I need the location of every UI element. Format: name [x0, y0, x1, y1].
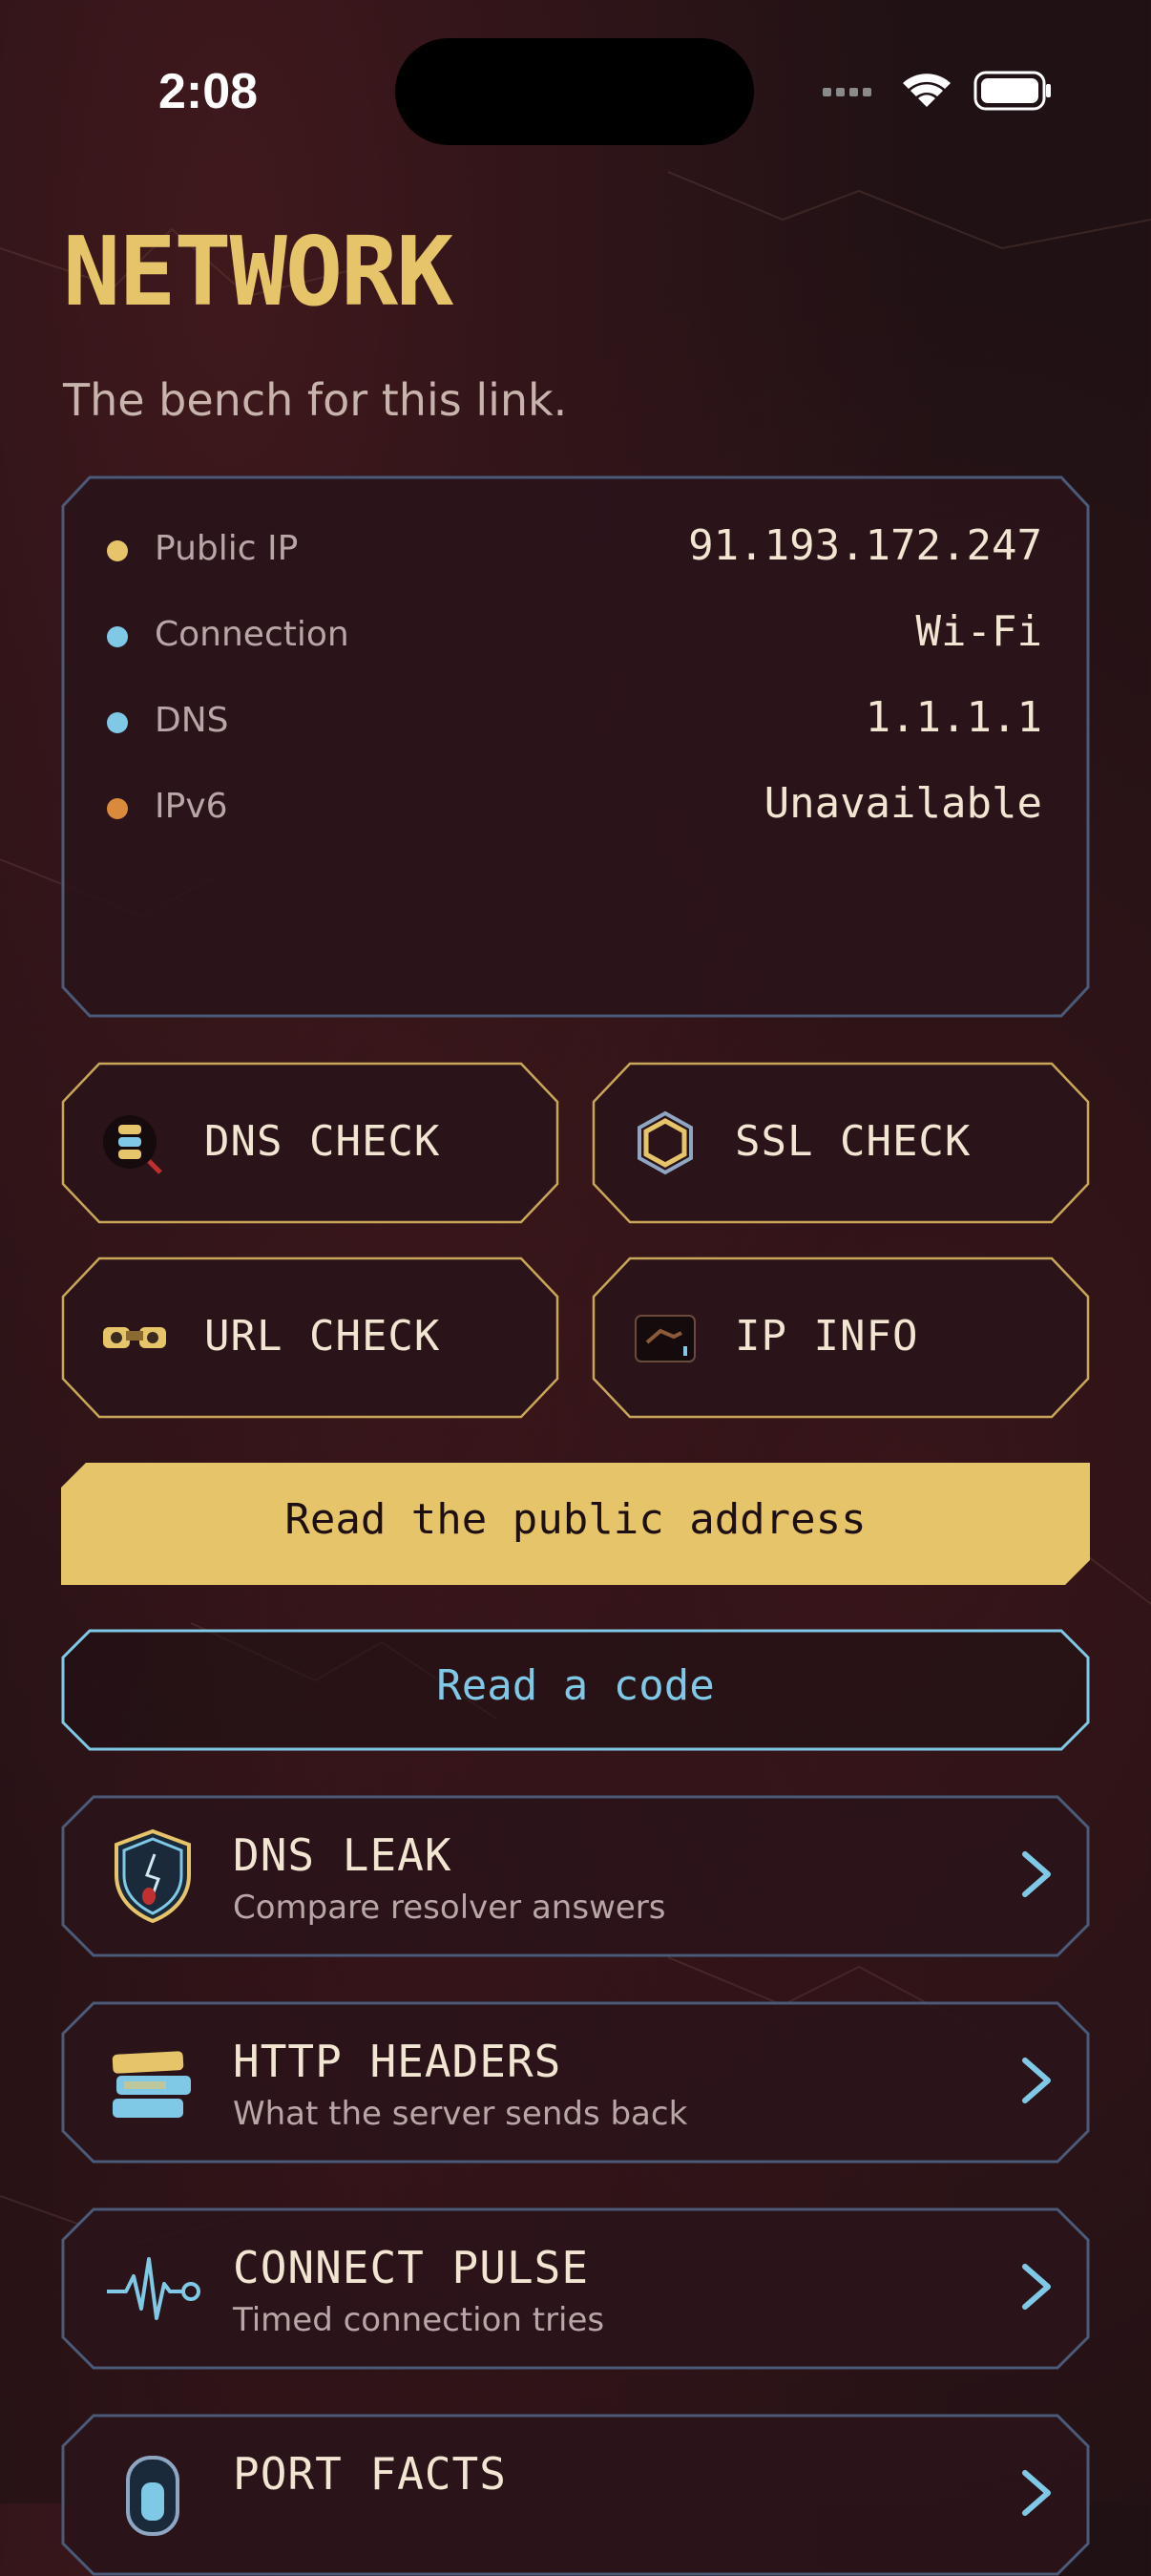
dns-server-icon — [103, 1115, 162, 1174]
row-subtitle: Compare resolver answers — [233, 1889, 666, 1927]
read-a-code-button[interactable]: Read a code — [61, 1629, 1090, 1751]
info-value: 1.1.1.1 — [865, 693, 1042, 742]
read-public-address-button[interactable]: Read the public address — [61, 1463, 1090, 1585]
binoculars-icon — [103, 1327, 166, 1348]
page-subtitle: The bench for this link. — [63, 374, 568, 426]
row-title: PORT FACTS — [233, 2448, 507, 2500]
ssl-check-button[interactable]: SSL CHECK — [592, 1062, 1090, 1224]
chevron-right-icon — [1022, 1851, 1051, 1897]
info-label: DNS — [155, 701, 229, 740]
secondary-button-label: Read a code — [436, 1661, 715, 1710]
info-row-connection: Connection Wi-Fi — [107, 607, 1042, 665]
status-icons — [823, 71, 1051, 111]
pulse-wave-icon — [107, 2257, 200, 2320]
info-value: Wi-Fi — [915, 607, 1042, 656]
info-label: Connection — [155, 615, 349, 654]
shield-leak-icon — [115, 1828, 191, 1924]
status-dot — [107, 626, 128, 647]
cellular-signal-icon — [823, 88, 871, 96]
row-title: CONNECT PULSE — [233, 2242, 590, 2293]
row-title: DNS LEAK — [233, 1829, 452, 1881]
info-row-public-ip: Public IP 91.193.172.247 — [107, 521, 1042, 579]
row-subtitle: Timed connection tries — [233, 2301, 605, 2339]
info-value: Unavailable — [764, 779, 1042, 828]
info-label: IPv6 — [155, 787, 228, 826]
page-title: NETWORK — [63, 216, 453, 327]
tool-label: IP INFO — [735, 1312, 919, 1361]
list-row-port-facts[interactable]: PORT FACTS — [61, 2414, 1090, 2576]
row-title: HTTP HEADERS — [233, 2036, 562, 2087]
url-check-button[interactable]: URL CHECK — [61, 1256, 559, 1419]
port-icon — [126, 2456, 179, 2536]
hexagon-icon — [638, 1110, 693, 1175]
row-subtitle: What the server sends back — [233, 2095, 688, 2133]
tool-label: URL CHECK — [204, 1312, 441, 1361]
battery-icon — [973, 71, 1051, 111]
primary-button-label: Read the public address — [284, 1495, 867, 1544]
dynamic-island — [395, 38, 754, 145]
list-row-dns-leak[interactable]: DNS LEAK Compare resolver answers — [61, 1795, 1090, 1957]
tool-label: DNS CHECK — [204, 1117, 441, 1166]
info-row-dns: DNS 1.1.1.1 — [107, 693, 1042, 750]
info-row-ipv6: IPv6 Unavailable — [107, 779, 1042, 836]
status-time: 2:08 — [158, 64, 259, 119]
list-row-http-headers[interactable]: HTTP HEADERS What the server sends back — [61, 2001, 1090, 2164]
chevron-right-icon — [1022, 2264, 1051, 2310]
info-label: Public IP — [155, 529, 299, 568]
status-dot — [107, 540, 128, 561]
status-dot — [107, 712, 128, 733]
chevron-right-icon — [1022, 2470, 1051, 2516]
stacked-bars-icon — [112, 2051, 191, 2118]
status-dot — [107, 798, 128, 819]
ip-info-button[interactable]: IP INFO — [592, 1256, 1090, 1419]
chevron-right-icon — [1022, 2058, 1051, 2103]
network-card-icon — [635, 1315, 696, 1362]
wifi-icon — [903, 74, 951, 107]
list-row-connect-pulse[interactable]: CONNECT PULSE Timed connection tries — [61, 2207, 1090, 2370]
dns-check-button[interactable]: DNS CHECK — [61, 1062, 559, 1224]
tool-label: SSL CHECK — [735, 1117, 972, 1166]
info-value: 91.193.172.247 — [688, 521, 1042, 570]
